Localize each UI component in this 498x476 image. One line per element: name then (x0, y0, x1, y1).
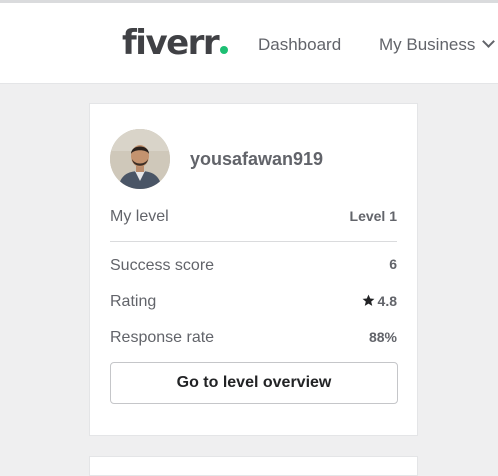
success-score-value: 6 (389, 256, 397, 272)
nav-dashboard-link[interactable]: Dashboard (258, 34, 341, 56)
secondary-card (89, 456, 418, 476)
fiverr-logo[interactable]: fiverr (122, 19, 229, 67)
logo-text: fiverr (122, 23, 220, 63)
nav-my-business-label: My Business (379, 35, 476, 54)
seller-profile-card: yousafawan919 My level Level 1 Success s… (89, 103, 418, 436)
profile-username[interactable]: yousafawan919 (190, 148, 323, 170)
nav-my-business-menu[interactable]: My Business (379, 34, 496, 56)
nav-dashboard-label: Dashboard (258, 35, 342, 54)
response-rate-label: Response rate (110, 329, 215, 346)
divider (110, 241, 397, 242)
logo-dot-icon (220, 46, 229, 54)
rating-value-group: 4.8 (362, 292, 397, 310)
success-score-label: Success score (110, 257, 215, 274)
avatar[interactable] (110, 129, 170, 189)
chevron-down-icon (482, 35, 496, 48)
top-navigation-bar: fiverr Dashboard My Business (0, 0, 498, 84)
rating-label: Rating (110, 293, 157, 310)
my-level-label: My level (110, 208, 169, 225)
response-rate-value: 88% (368, 329, 397, 345)
star-icon (362, 294, 374, 306)
go-to-level-overview-button[interactable]: Go to level overview (110, 362, 398, 404)
my-level-value: Level 1 (349, 208, 397, 224)
rating-value: 4.8 (377, 293, 397, 309)
user-avatar-photo-icon (110, 129, 170, 189)
